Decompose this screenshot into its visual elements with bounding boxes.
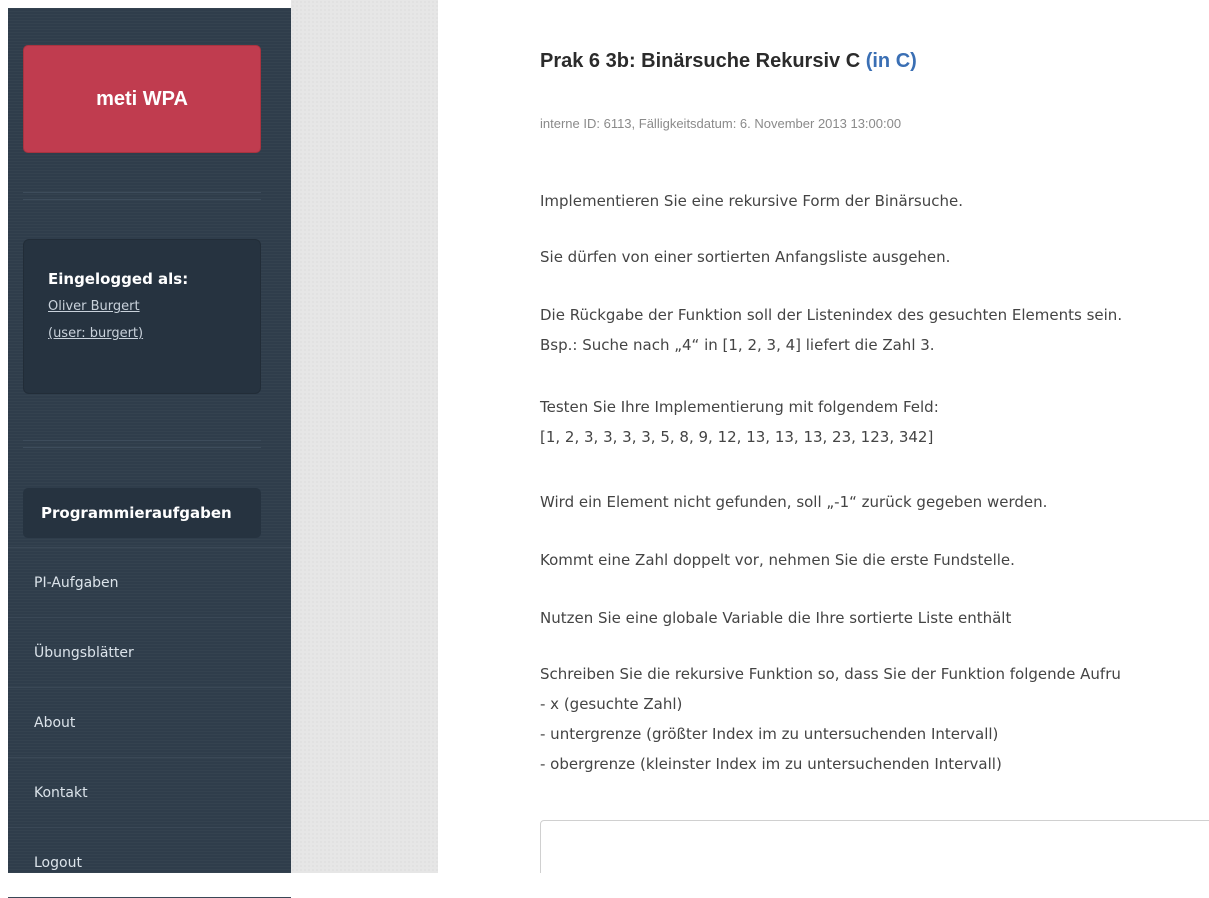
task-paragraph: Testen Sie Ihre Implementierung mit folg… [540, 392, 939, 452]
divider [23, 199, 261, 200]
task-paragraph: Schreiben Sie die rekursive Funktion so,… [540, 659, 1121, 779]
paragraph-line: Testen Sie Ihre Implementierung mit folg… [540, 398, 939, 416]
sidebar-item-pi-aufgaben[interactable]: PI-Aufgaben [8, 548, 291, 618]
task-paragraph: Sie dürfen von einer sortierten Anfangsl… [540, 242, 950, 272]
task-paragraph: Nutzen Sie eine globale Variable die Ihr… [540, 603, 1011, 633]
sidebar: meti WPA Eingelogged als: Oliver Burgert… [8, 8, 291, 898]
sidebar-item-logout[interactable]: Logout [8, 828, 291, 898]
login-heading: Eingelogged als: [48, 270, 189, 288]
user-name-link[interactable]: Oliver Burgert [48, 299, 260, 314]
sidebar-item-about[interactable]: About [8, 688, 291, 758]
task-language-link[interactable]: (in C) [866, 50, 917, 72]
paragraph-line: - obergrenze (kleinster Index im zu unte… [540, 755, 1002, 773]
brand-logo[interactable]: meti WPA [23, 45, 261, 153]
paragraph-line: Schreiben Sie die rekursive Funktion so,… [540, 665, 1121, 683]
divider [23, 192, 261, 193]
paragraph-line: Implementieren Sie eine rekursive Form d… [540, 192, 963, 210]
user-id-link[interactable]: (user: burgert) [48, 326, 260, 341]
paragraph-line: Wird ein Element nicht gefunden, soll „-… [540, 493, 1048, 511]
sidebar-nav: Programmieraufgaben PI-Aufgaben Übungsbl… [8, 478, 291, 898]
task-paragraph: Kommt eine Zahl doppelt vor, nehmen Sie … [540, 545, 1015, 575]
divider [23, 440, 261, 441]
paragraph-line: [1, 2, 3, 3, 3, 3, 5, 8, 9, 12, 13, 13, … [540, 428, 934, 446]
login-box: Eingelogged als: Oliver Burgert (user: b… [23, 239, 261, 394]
divider [23, 447, 261, 448]
task-paragraph: Die Rückgabe der Funktion soll der Liste… [540, 300, 1122, 360]
task-meta: interne ID: 6113, Fälligkeitsdatum: 6. N… [540, 116, 902, 131]
sidebar-item-label: Programmieraufgaben [23, 488, 261, 538]
paragraph-line: Sie dürfen von einer sortierten Anfangsl… [540, 248, 951, 266]
paragraph-line: Nutzen Sie eine globale Variable die Ihr… [540, 609, 1012, 627]
sidebar-item-programmieraufgaben[interactable]: Programmieraufgaben [8, 478, 291, 548]
code-editor[interactable] [540, 820, 1209, 873]
paragraph-line: Bsp.: Suche nach „4“ in [1, 2, 3, 4] lie… [540, 336, 935, 354]
sidebar-item-uebungsblaetter[interactable]: Übungsblätter [8, 618, 291, 688]
task-title: Prak 6 3b: Binärsuche Rekursiv C (in C) [540, 50, 917, 73]
paragraph-line: Die Rückgabe der Funktion soll der Liste… [540, 306, 1123, 324]
sidebar-item-kontakt[interactable]: Kontakt [8, 758, 291, 828]
paragraph-line: - untergrenze (größter Index im zu unter… [540, 725, 999, 743]
task-paragraph: Implementieren Sie eine rekursive Form d… [540, 186, 963, 216]
task-paragraph: Wird ein Element nicht gefunden, soll „-… [540, 487, 1047, 517]
background-gutter [291, 0, 438, 873]
task-title-text: Prak 6 3b: Binärsuche Rekursiv C [540, 50, 861, 72]
main-content: Prak 6 3b: Binärsuche Rekursiv C (in C) … [438, 0, 1209, 873]
paragraph-line: Kommt eine Zahl doppelt vor, nehmen Sie … [540, 551, 1015, 569]
paragraph-line: - x (gesuchte Zahl) [540, 695, 683, 713]
